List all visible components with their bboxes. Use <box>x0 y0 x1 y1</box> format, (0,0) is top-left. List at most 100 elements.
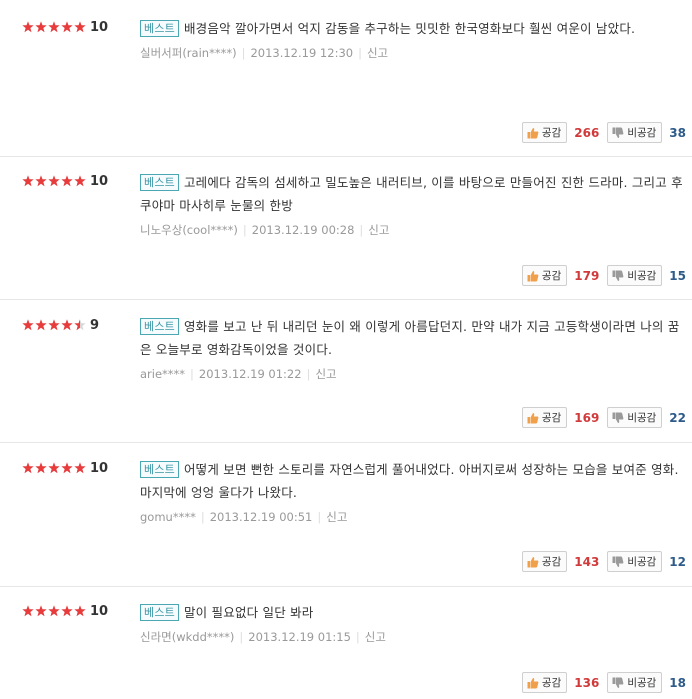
score-value: 10 <box>90 460 109 476</box>
review-content: 베스트 어떻게 보면 뻔한 스토리를 자연스럽게 풀어내었다. 아버지로써 성장하… <box>140 458 685 525</box>
vote-area: 공감 266 비공감 38 <box>521 122 686 143</box>
dislike-count: 18 <box>669 675 686 690</box>
review-body: 영화를 보고 난 뒤 내리던 눈이 왜 이렇게 아름답던지. 만약 내가 지금 … <box>140 319 680 357</box>
star-full-icon <box>35 319 47 331</box>
like-count: 136 <box>574 675 600 690</box>
author-link[interactable]: 신라면(wkdd****) <box>140 630 234 644</box>
like-count: 143 <box>574 554 600 569</box>
dislike-count: 15 <box>669 268 686 283</box>
meta-divider: | <box>241 46 246 60</box>
dislike-button[interactable]: 비공감 <box>607 551 663 572</box>
star-full-icon <box>74 21 86 33</box>
thumbs-up-icon <box>527 270 539 281</box>
report-link[interactable]: 신고 <box>365 630 386 644</box>
review-text: 베스트 말이 필요없다 일단 봐라 <box>140 601 685 624</box>
review-body: 배경음악 깔아가면서 억지 감동을 추구하는 밋밋한 한국영화보다 훨씬 여운이… <box>183 21 636 36</box>
dislike-count: 22 <box>669 410 686 425</box>
star-full-icon <box>48 21 60 33</box>
thumbs-up-icon <box>527 677 539 688</box>
author-link[interactable]: gomu**** <box>140 510 196 524</box>
score-value: 9 <box>90 317 100 333</box>
review-divider <box>0 156 692 157</box>
report-link[interactable]: 신고 <box>367 46 388 60</box>
dislike-label: 비공감 <box>627 556 657 568</box>
author-link[interactable]: 실버서퍼(rain****) <box>140 46 237 60</box>
score-value: 10 <box>90 19 109 35</box>
dislike-label: 비공감 <box>627 127 657 139</box>
best-badge: 베스트 <box>140 318 179 335</box>
star-full-icon <box>74 605 86 617</box>
review-meta: 실버서퍼(rain****) | 2013.12.19 12:30 | 신고 <box>140 45 685 61</box>
star-full-icon <box>22 175 34 187</box>
dislike-count: 38 <box>669 125 686 140</box>
best-badge: 베스트 <box>140 604 179 621</box>
dislike-label: 비공감 <box>627 270 657 282</box>
review-divider <box>0 442 692 443</box>
meta-divider: | <box>355 630 360 644</box>
like-button[interactable]: 공감 <box>521 265 568 286</box>
star-full-icon <box>48 319 60 331</box>
review-content: 베스트 영화를 보고 난 뒤 내리던 눈이 왜 이렇게 아름답던지. 만약 내가 … <box>140 315 685 382</box>
meta-divider: | <box>242 223 247 237</box>
dislike-label: 비공감 <box>627 677 657 689</box>
star-rating <box>22 319 86 331</box>
report-link[interactable]: 신고 <box>368 223 389 237</box>
rating: 9 <box>22 315 99 335</box>
like-label: 공감 <box>541 556 562 568</box>
meta-divider: | <box>306 367 311 381</box>
best-badge: 베스트 <box>140 174 179 191</box>
star-rating <box>22 21 86 33</box>
star-full-icon <box>61 21 73 33</box>
review-divider <box>0 586 692 587</box>
dislike-button[interactable]: 비공감 <box>607 407 663 428</box>
dislike-count: 12 <box>669 554 686 569</box>
dislike-button[interactable]: 비공감 <box>607 122 663 143</box>
review-date: 2013.12.19 00:51 <box>209 510 313 524</box>
review-content: 베스트 배경음악 깔아가면서 억지 감동을 추구하는 밋밋한 한국영화보다 훨씬 … <box>140 17 685 61</box>
star-full-icon <box>61 605 73 617</box>
best-badge: 베스트 <box>140 20 179 37</box>
thumbs-up-icon <box>527 556 539 567</box>
star-full-icon <box>48 462 60 474</box>
rating: 10 <box>22 171 108 191</box>
like-label: 공감 <box>541 677 562 689</box>
like-label: 공감 <box>541 270 562 282</box>
like-button[interactable]: 공감 <box>521 551 568 572</box>
like-button[interactable]: 공감 <box>521 672 568 693</box>
vote-area: 공감 136 비공감 18 <box>521 672 686 693</box>
rating: 10 <box>22 601 108 621</box>
meta-divider: | <box>200 510 205 524</box>
star-rating <box>22 462 86 474</box>
star-full-icon <box>61 175 73 187</box>
star-rating <box>22 605 86 617</box>
meta-divider: | <box>358 46 362 60</box>
star-full-icon <box>22 319 34 331</box>
thumbs-down-icon <box>612 270 624 281</box>
report-link[interactable]: 신고 <box>326 510 347 524</box>
best-badge: 베스트 <box>140 461 179 478</box>
review-meta: 니노우상(cool****) | 2013.12.19 00:28 | 신고 <box>140 222 685 238</box>
meta-divider: | <box>190 367 194 381</box>
meta-divider: | <box>359 223 364 237</box>
review-divider <box>0 299 692 300</box>
dislike-button[interactable]: 비공감 <box>607 265 663 286</box>
review-meta: 신라면(wkdd****) | 2013.12.19 01:15 | 신고 <box>140 629 685 645</box>
like-count: 179 <box>574 268 600 283</box>
star-full-icon <box>22 605 34 617</box>
author-link[interactable]: 니노우상(cool****) <box>140 223 238 237</box>
like-count: 169 <box>574 410 600 425</box>
star-full-icon <box>22 21 34 33</box>
star-full-icon <box>61 462 73 474</box>
author-link[interactable]: arie**** <box>140 367 185 381</box>
like-button[interactable]: 공감 <box>521 122 568 143</box>
like-button[interactable]: 공감 <box>521 407 568 428</box>
dislike-button[interactable]: 비공감 <box>607 672 663 693</box>
thumbs-down-icon <box>612 412 624 423</box>
report-link[interactable]: 신고 <box>315 367 336 381</box>
rating: 10 <box>22 458 108 478</box>
review-text: 베스트 영화를 보고 난 뒤 내리던 눈이 왜 이렇게 아름답던지. 만약 내가 … <box>140 315 685 361</box>
review-content: 베스트 말이 필요없다 일단 봐라 신라면(wkdd****) | 2013.12.1… <box>140 601 685 645</box>
star-full-icon <box>35 605 47 617</box>
star-rating <box>22 175 86 187</box>
star-full-icon <box>22 462 34 474</box>
